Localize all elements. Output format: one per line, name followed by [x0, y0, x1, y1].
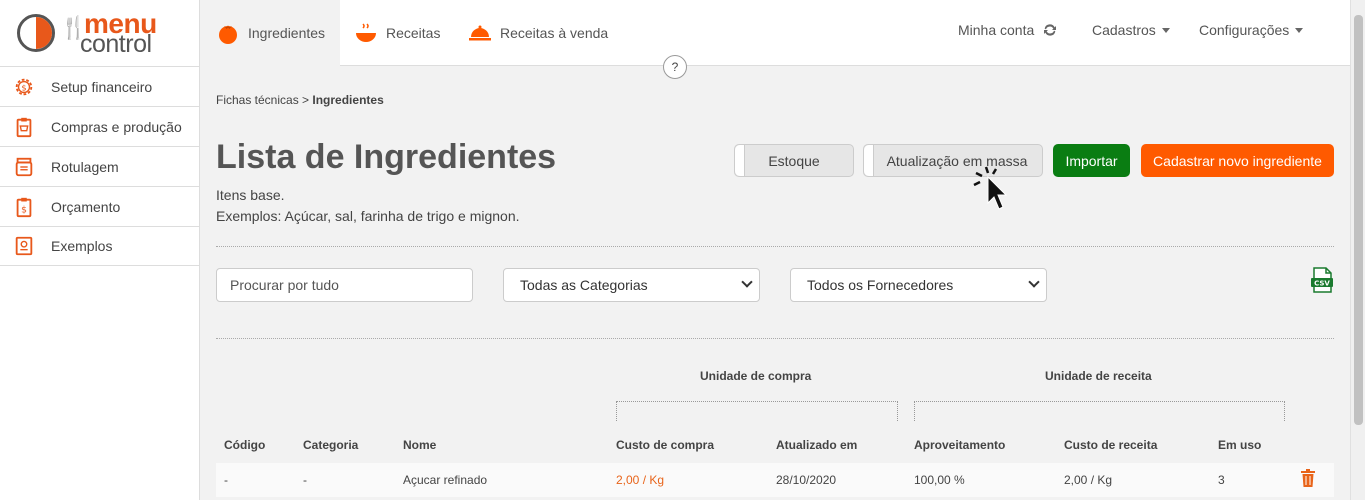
cell-aproveitamento: 100,00 %: [914, 473, 965, 487]
import-button[interactable]: Importar: [1053, 144, 1130, 177]
group-header-recipe: Unidade de receita: [1045, 369, 1152, 383]
tab-ingredientes[interactable]: Ingredientes: [201, 0, 340, 66]
page-description-2: Exemplos: Açúcar, sal, farinha de trigo …: [216, 208, 520, 224]
divider: [216, 338, 1334, 339]
column-header-nome[interactable]: Nome: [403, 438, 436, 452]
logo-plate-icon: [17, 14, 55, 52]
column-header-categoria[interactable]: Categoria: [303, 438, 358, 452]
table-row[interactable]: [216, 463, 1334, 497]
sync-icon: [1044, 24, 1057, 36]
tab-label: Receitas: [386, 25, 441, 41]
account-menu[interactable]: Minha conta: [958, 22, 1058, 38]
cell-custo-compra-link[interactable]: 2,00 / Kg: [616, 473, 664, 487]
supplier-select[interactable]: Todos os Fornecedores: [790, 268, 1047, 302]
estoque-label: Estoque: [768, 152, 820, 169]
page-description-1: Itens base.: [216, 187, 285, 203]
column-header-custo-receita[interactable]: Custo de receita: [1064, 438, 1157, 452]
sidebar-item-setup-financeiro[interactable]: $ Setup financeiro: [0, 66, 199, 106]
logo[interactable]: 🍴 menu control: [0, 0, 199, 66]
book-icon: [12, 234, 36, 258]
tomato-icon: [219, 25, 237, 44]
trash-icon[interactable]: [1301, 469, 1315, 487]
cell-categoria: -: [303, 473, 307, 487]
sidebar-item-compras[interactable]: Compras e produção: [0, 106, 199, 146]
cell-custo-receita: 2,00 / Kg: [1064, 473, 1113, 487]
search-input[interactable]: Procurar por tudo: [216, 268, 473, 302]
tab-receitas[interactable]: Receitas: [354, 0, 440, 66]
cadastros-dropdown[interactable]: Cadastros: [1092, 22, 1170, 38]
caret-down-icon: [1161, 27, 1170, 33]
tab-label: Receitas à venda: [500, 25, 609, 41]
tab-receitas-a-venda[interactable]: Receitas à venda: [468, 0, 608, 66]
jar-label-icon: [12, 155, 36, 179]
help-button[interactable]: ?: [663, 55, 687, 79]
gear-dollar-icon: $: [12, 75, 36, 99]
cell-nome: Açucar refinado: [403, 473, 488, 487]
csv-file-icon[interactable]: CSV: [1310, 267, 1334, 293]
sidebar-item-label: Orçamento: [51, 198, 121, 215]
group-header-purchase: Unidade de compra: [700, 369, 812, 383]
sidebar-item-rotulagem[interactable]: Rotulagem: [0, 146, 199, 186]
bowl-icon: [356, 23, 376, 42]
new-ingredient-button[interactable]: Cadastrar novo ingrediente: [1141, 144, 1334, 177]
toggle-knob: [864, 145, 874, 176]
configuracoes-label: Configurações: [1199, 22, 1290, 38]
sidebar-item-label: Exemplos: [51, 238, 113, 254]
column-header-codigo[interactable]: Código: [224, 438, 265, 452]
scroll-thumb[interactable]: [1354, 15, 1363, 425]
divider: [216, 246, 1334, 247]
clipboard-cart-icon: [12, 115, 36, 139]
group-bracket-purchase: [616, 401, 898, 421]
tab-label: Ingredientes: [248, 25, 326, 41]
cell-em-uso: 3: [1218, 473, 1225, 487]
clipboard-dollar-icon: $: [12, 195, 36, 219]
cloche-icon: [469, 25, 491, 41]
breadcrumb-current: Ingredientes: [312, 93, 384, 107]
page-title: Lista de Ingredientes: [216, 138, 557, 176]
breadcrumb-separator: >: [298, 93, 313, 107]
svg-text:$: $: [21, 204, 27, 215]
toggle-knob: [735, 145, 745, 176]
sidebar-item-label: Rotulagem: [51, 158, 119, 175]
sidebar-item-label: Compras e produção: [51, 118, 182, 135]
top-nav: Ingredientes Receitas Receitas à venda M…: [201, 0, 1350, 66]
sidebar: 🍴 menu control $ Setup financeiro Compra…: [0, 0, 200, 500]
category-select[interactable]: Todas as Categorias: [503, 268, 760, 302]
cadastros-label: Cadastros: [1092, 22, 1156, 38]
chevron-down-icon: [741, 276, 753, 288]
vertical-scrollbar[interactable]: [1350, 0, 1365, 500]
sidebar-item-exemplos[interactable]: Exemplos: [0, 226, 199, 266]
estoque-toggle-button[interactable]: Estoque: [734, 144, 854, 177]
column-header-em-uso[interactable]: Em uso: [1218, 438, 1261, 452]
chevron-down-icon: [1028, 276, 1040, 288]
supplier-select-value: Todos os Fornecedores: [807, 277, 954, 293]
account-label: Minha conta: [958, 22, 1035, 38]
sidebar-item-label: Setup financeiro: [51, 78, 153, 95]
caret-down-icon: [1295, 27, 1304, 33]
configuracoes-dropdown[interactable]: Configurações: [1199, 22, 1304, 38]
cell-atualizado: 28/10/2020: [776, 473, 837, 487]
group-bracket-recipe: [914, 401, 1285, 421]
breadcrumb-parent[interactable]: Fichas técnicas: [216, 93, 299, 107]
category-select-value: Todas as Categorias: [520, 277, 648, 293]
cell-codigo: -: [224, 473, 228, 487]
mouse-cursor-icon: [973, 166, 1008, 210]
sidebar-item-orcamento[interactable]: $ Orçamento: [0, 186, 199, 226]
column-header-atualizado[interactable]: Atualizado em: [776, 438, 857, 452]
svg-text:$: $: [21, 82, 26, 92]
breadcrumb: Fichas técnicas > Ingredientes: [216, 93, 384, 107]
column-header-aproveitamento[interactable]: Aproveitamento: [914, 438, 1005, 452]
column-header-custo-compra[interactable]: Custo de compra: [616, 438, 714, 452]
svg-text:CSV: CSV: [1314, 280, 1330, 288]
logo-text-control: control: [80, 30, 152, 58]
